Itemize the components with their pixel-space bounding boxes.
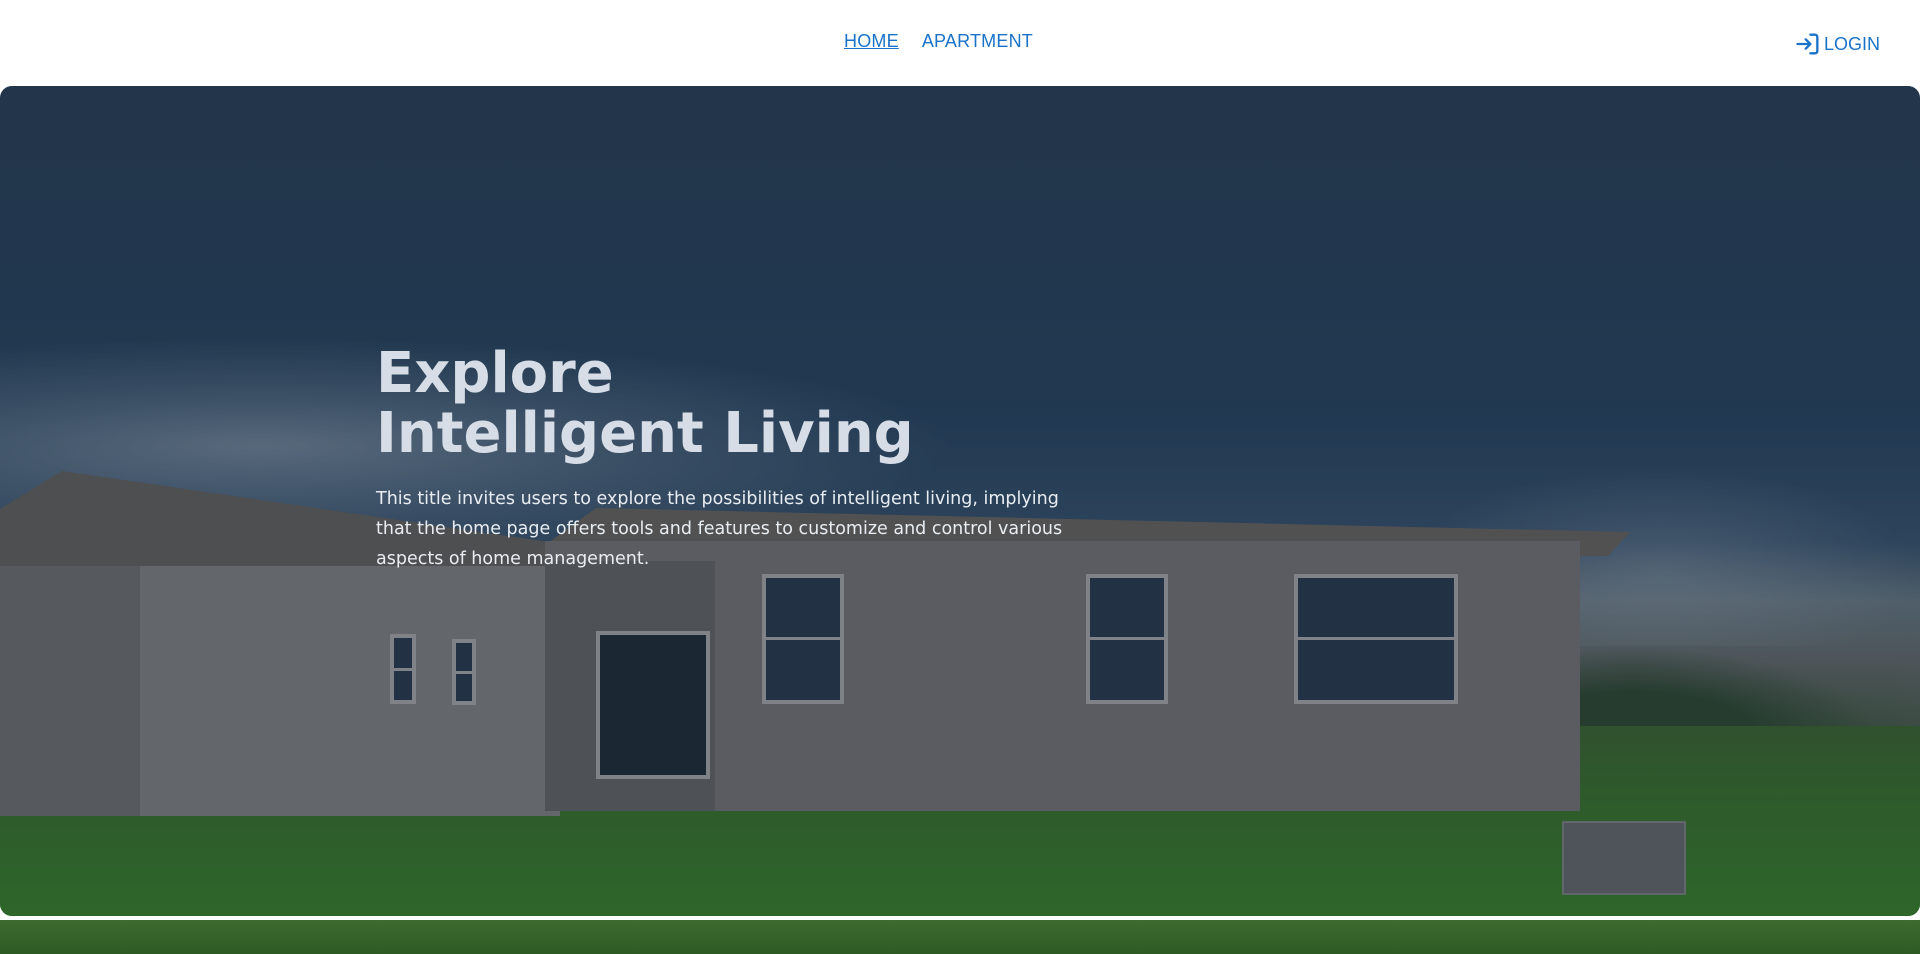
hero-banner: Explore Intelligent Living This title in… xyxy=(0,86,1920,916)
top-navbar: HOME APARTMENT LOGIN xyxy=(0,0,1920,86)
nav-apartment-link[interactable]: APARTMENT xyxy=(922,31,1033,52)
login-button[interactable]: LOGIN xyxy=(1794,30,1880,58)
hero-title: Explore Intelligent Living xyxy=(376,341,914,466)
nav-home-link[interactable]: HOME xyxy=(844,31,899,52)
hero-description: This title invites users to explore the … xyxy=(376,489,1063,569)
next-section-preview xyxy=(0,920,1920,954)
hero-content: Explore Intelligent Living This title in… xyxy=(376,344,1076,574)
login-icon xyxy=(1794,30,1822,58)
main-nav: HOME APARTMENT xyxy=(844,31,1033,52)
login-label: LOGIN xyxy=(1823,33,1880,54)
